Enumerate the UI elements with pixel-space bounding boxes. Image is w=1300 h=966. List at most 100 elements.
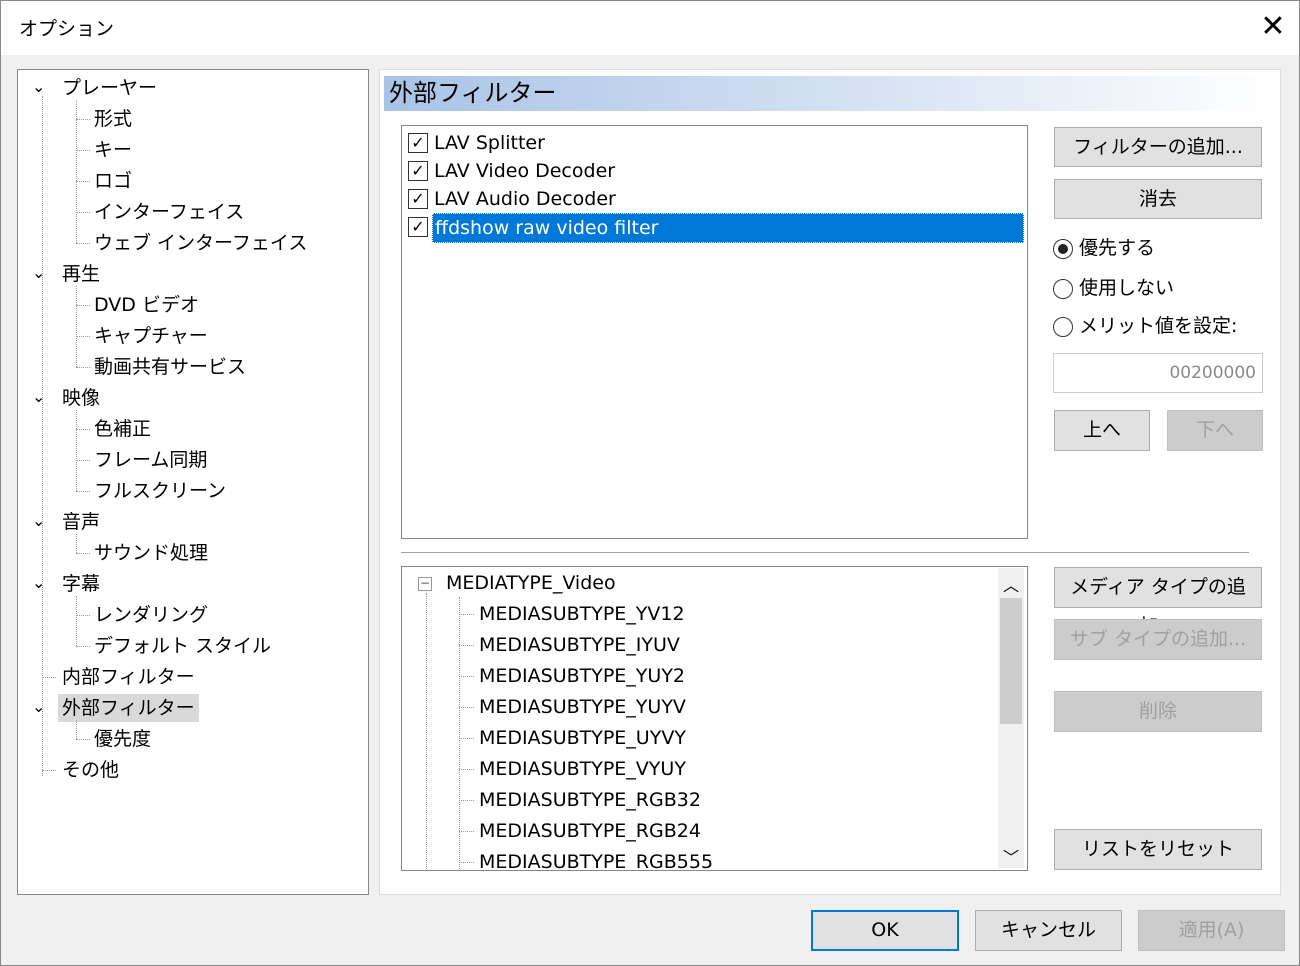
tree-item[interactable]: ロゴ <box>94 167 132 195</box>
radio-block[interactable]: 使用しない <box>1053 275 1174 301</box>
tree-item[interactable]: プレーヤー <box>58 74 161 102</box>
chevron-down-icon[interactable]: ⌄ <box>32 389 46 405</box>
tree-connector <box>76 491 90 492</box>
tree-item[interactable]: サウンド処理 <box>94 539 208 567</box>
remove-filter-button[interactable]: 消去 <box>1054 179 1262 219</box>
add-filter-button[interactable]: フィルターの追加... <box>1054 127 1262 167</box>
media-subtype-item[interactable]: MEDIASUBTYPE_UYVY <box>479 723 686 754</box>
radio-set-merit[interactable]: メリット値を設定: <box>1053 313 1237 339</box>
checkbox[interactable]: ✓ <box>408 133 428 153</box>
checkbox[interactable]: ✓ <box>408 217 428 237</box>
tree-connector <box>459 645 474 646</box>
tree-item[interactable]: 再生 <box>58 260 104 288</box>
tree-item[interactable]: デフォルト スタイル <box>94 632 271 660</box>
chevron-up-icon[interactable]: ︿ <box>1003 572 1019 596</box>
tree-connector <box>42 96 43 776</box>
media-type-root[interactable]: MEDIATYPE_Video <box>446 568 616 599</box>
tree-connector <box>76 646 90 647</box>
add-subtype-button[interactable]: サブ タイプの追加... <box>1054 619 1262 660</box>
chevron-down-icon[interactable]: ﹀ <box>1003 844 1019 868</box>
tree-connector <box>459 800 474 801</box>
tree-item[interactable]: 外部フィルター <box>58 694 199 722</box>
radio-prefer[interactable]: 優先する <box>1053 235 1155 261</box>
tree-connector <box>76 243 90 244</box>
chevron-down-icon[interactable]: ⌄ <box>32 513 46 529</box>
checkbox[interactable]: ✓ <box>408 189 428 209</box>
scrollbar-thumb[interactable] <box>1000 598 1022 724</box>
tree-connector <box>76 460 90 461</box>
tree-item[interactable]: 色補正 <box>94 415 151 443</box>
tree-connector <box>459 769 474 770</box>
merit-value-input[interactable]: 00200000 <box>1053 353 1263 393</box>
page-title: 外部フィルター <box>384 76 1276 111</box>
tree-item[interactable]: 内部フィルター <box>58 663 199 691</box>
window-title: オプション <box>19 18 115 40</box>
tree-item[interactable]: 優先度 <box>94 725 151 753</box>
filter-item[interactable]: ✓ LAV Video Decoder <box>406 157 1024 185</box>
filter-item[interactable]: ✓ ffdshow raw video filter <box>406 213 1024 243</box>
tree-item[interactable]: 字幕 <box>58 570 104 598</box>
filter-label: LAV Audio Decoder <box>434 188 616 210</box>
collapse-icon[interactable]: − <box>418 577 432 591</box>
divider <box>401 552 1249 553</box>
delete-type-button[interactable]: 削除 <box>1054 691 1262 732</box>
tree-item[interactable]: レンダリング <box>94 601 208 629</box>
filter-item[interactable]: ✓ LAV Audio Decoder <box>406 185 1024 213</box>
media-type-tree[interactable]: MEDIATYPE_Video − MEDIASUBTYPE_YV12 MEDIASU… <box>401 566 1028 871</box>
tree-connector <box>459 614 474 615</box>
tree-item[interactable]: フレーム同期 <box>94 446 207 474</box>
tree-connector <box>76 534 77 553</box>
media-subtype-item[interactable]: MEDIASUBTYPE_YUY2 <box>479 661 685 692</box>
tree-connector <box>459 862 474 863</box>
move-up-button[interactable]: 上へ <box>1054 410 1150 451</box>
filter-item[interactable]: ✓ LAV Splitter <box>406 129 1024 157</box>
apply-button[interactable]: 適用(A) <box>1138 910 1285 951</box>
media-subtype-item[interactable]: MEDIASUBTYPE_RGB555 <box>479 847 713 870</box>
tree-item[interactable]: 動画共有サービス <box>94 353 246 381</box>
radio-indicator <box>1053 238 1073 259</box>
tree-connector <box>459 597 460 870</box>
tree-connector <box>459 831 474 832</box>
tree-connector <box>76 720 77 739</box>
filter-label: LAV Video Decoder <box>434 160 616 182</box>
add-media-type-button[interactable]: メディア タイプの追加... <box>1054 567 1262 637</box>
tree-item[interactable]: 形式 <box>94 105 132 133</box>
media-subtype-item[interactable]: MEDIASUBTYPE_RGB24 <box>479 816 701 847</box>
tree-connector <box>76 181 90 182</box>
tree-connector <box>426 593 427 870</box>
tree-item[interactable]: キー <box>94 136 132 164</box>
media-subtype-item[interactable]: MEDIASUBTYPE_YV12 <box>479 599 685 630</box>
tree-item[interactable]: インターフェイス <box>94 198 244 226</box>
reset-list-button[interactable]: リストをリセット <box>1054 829 1262 870</box>
cancel-button[interactable]: キャンセル <box>975 910 1122 951</box>
checkbox[interactable]: ✓ <box>408 161 428 181</box>
chevron-down-icon[interactable]: ⌄ <box>32 699 46 715</box>
tree-connector <box>76 150 90 151</box>
tree-item[interactable]: ウェブ インターフェイス <box>94 229 307 257</box>
tree-item[interactable]: その他 <box>58 756 123 784</box>
options-dialog: オプション ✕ プレーヤー ⌄ 形式キーロゴインターフェイスウェブ インターフェイス… <box>0 0 1300 966</box>
media-subtype-item[interactable]: MEDIASUBTYPE_IYUV <box>479 630 680 661</box>
tree-connector <box>76 596 77 646</box>
close-icon[interactable]: ✕ <box>1253 7 1293 47</box>
move-down-button[interactable]: 下へ <box>1167 410 1263 451</box>
media-subtype-item[interactable]: MEDIASUBTYPE_RGB32 <box>479 785 701 816</box>
tree-item[interactable]: キャプチャー <box>94 322 208 350</box>
tree-item[interactable]: DVD ビデオ <box>94 291 199 319</box>
options-tree: プレーヤー ⌄ 形式キーロゴインターフェイスウェブ インターフェイス再生 ⌄ DVD ビ… <box>17 69 369 895</box>
ok-button[interactable]: OK <box>811 910 959 951</box>
chevron-down-icon[interactable]: ⌄ <box>32 575 46 591</box>
tree-connector <box>76 429 90 430</box>
filter-list[interactable]: ✓ LAV Splitter ✓ LAV Video Decoder ✓ LAV Audi… <box>401 125 1028 539</box>
tree-item[interactable]: フルスクリーン <box>94 477 226 505</box>
media-subtype-item[interactable]: MEDIASUBTYPE_YUYV <box>479 692 686 723</box>
chevron-down-icon[interactable]: ⌄ <box>32 265 46 281</box>
radio-label: 優先する <box>1079 237 1156 259</box>
scrollbar[interactable]: ︿ ﹀ <box>998 568 1024 868</box>
media-subtype-item[interactable]: MEDIASUBTYPE_VYUY <box>479 754 686 785</box>
tree-connector <box>76 305 90 306</box>
tree-item[interactable]: 音声 <box>58 508 104 536</box>
tree-item[interactable]: 映像 <box>58 384 104 412</box>
radio-label: メリット値を設定: <box>1079 315 1238 337</box>
chevron-down-icon[interactable]: ⌄ <box>32 79 46 95</box>
